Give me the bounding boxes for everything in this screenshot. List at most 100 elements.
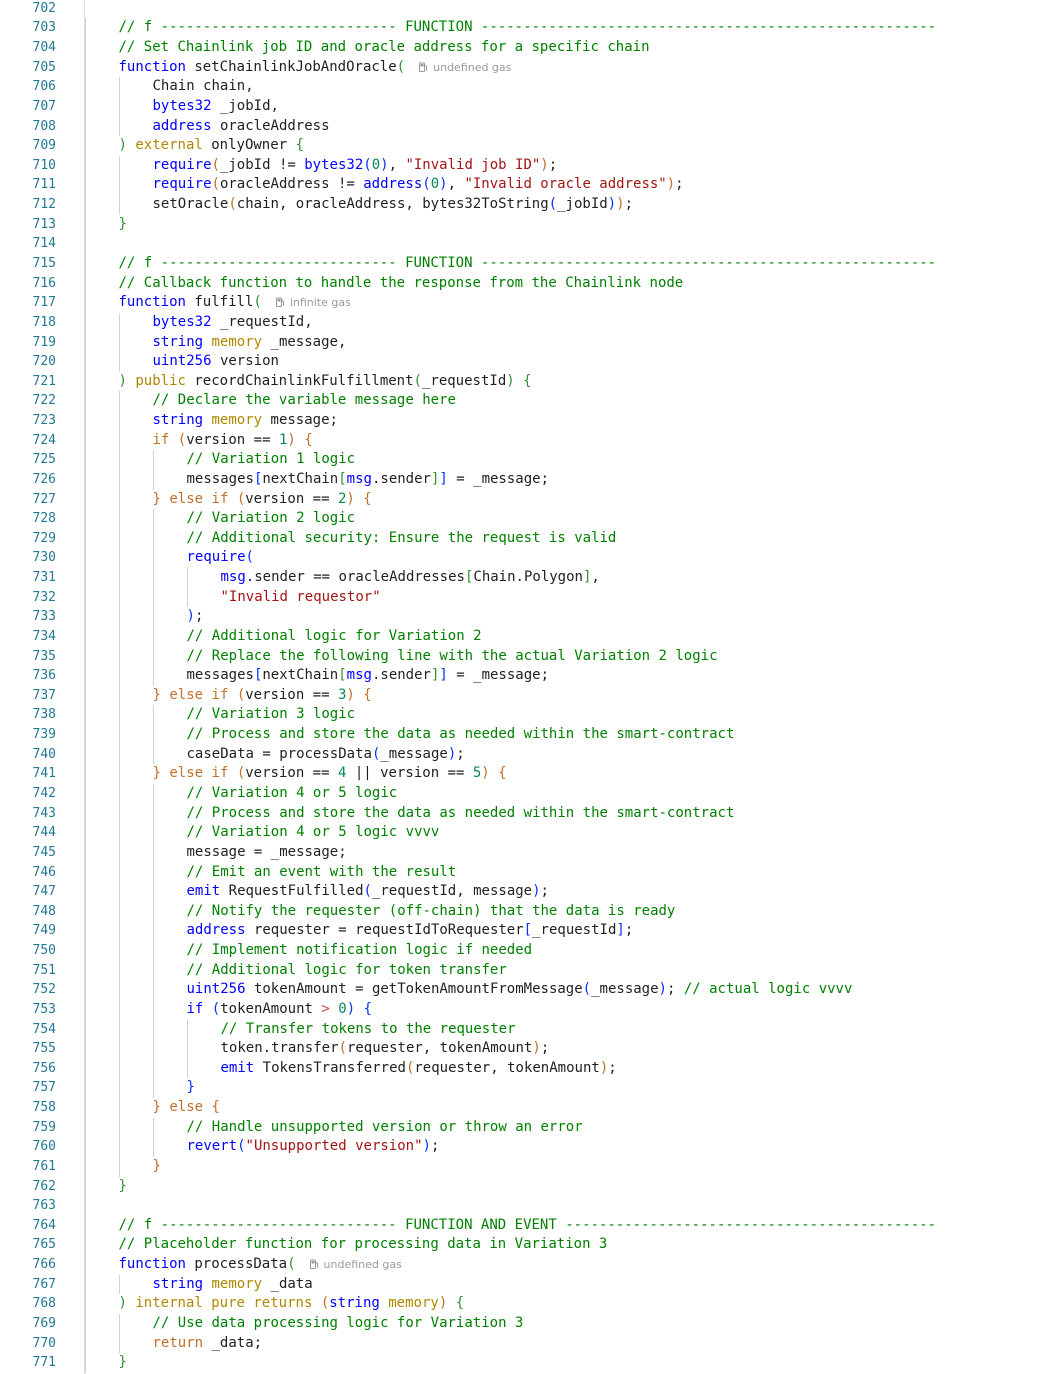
code-line[interactable]: function setChainlinkJobAndOracle(undefi… [84, 57, 1044, 78]
code-line[interactable]: // Process and store the data as needed … [84, 803, 1044, 824]
code-line[interactable]: return _data; [84, 1333, 1044, 1354]
indent-guide [84, 705, 86, 726]
line-number: 705 [32, 59, 56, 75]
code-line[interactable]: // f ---------------------------- FUNCTI… [84, 1215, 1044, 1236]
code-line[interactable]: // Placeholder function for processing d… [84, 1235, 1044, 1256]
code-line[interactable]: // Process and store the data as needed … [84, 725, 1044, 745]
code-line[interactable]: function processData(undefined gas [84, 1255, 1044, 1275]
code-line[interactable]: emit TokensTransferred(requester, tokenA… [84, 1058, 1044, 1079]
code-line[interactable]: // Variation 3 logic [84, 705, 1044, 726]
code-line[interactable]: function fulfill(infinite gas [84, 293, 1044, 313]
code-line[interactable]: } [84, 214, 1044, 235]
code-line[interactable]: if (version == 1) { [84, 430, 1044, 451]
code-line[interactable]: message = _message; [84, 842, 1044, 863]
code-line[interactable]: } [84, 1078, 1044, 1099]
code-line[interactable]: ) public recordChainlinkFulfillment(_req… [84, 371, 1044, 392]
code-line[interactable]: string memory _message, [84, 332, 1044, 353]
code-line[interactable]: // Use data processing logic for Variati… [84, 1314, 1044, 1334]
code-line[interactable]: require(_jobId != bytes32(0), "Invalid j… [84, 155, 1044, 176]
code-editor[interactable]: 702 703 704 705 706 707 708 709 710 711 712 713 714 7… [0, 0, 1044, 1374]
code-token: msg [346, 667, 372, 684]
code-line[interactable]: } [84, 1156, 1044, 1177]
code-line[interactable]: // f ---------------------------- FUNCTI… [84, 253, 1044, 274]
code-line[interactable]: caseData = processData(_message); [84, 744, 1044, 765]
code-line[interactable]: revert("Unsupported version"); [84, 1137, 1044, 1157]
code-line[interactable]: // Variation 2 logic [84, 509, 1044, 529]
code-line[interactable]: } else if (version == 2) { [84, 489, 1044, 510]
code-line[interactable]: address oracleAddress [84, 116, 1044, 137]
code-line[interactable]: bytes32 _requestId, [84, 312, 1044, 333]
code-line[interactable]: // Additional logic for Variation 2 [84, 626, 1044, 647]
code-line[interactable]: // Additional security: Ensure the reque… [84, 528, 1044, 549]
line-number: 750 [32, 943, 56, 959]
code-line[interactable]: require( [84, 548, 1044, 569]
code-line[interactable]: uint256 version [84, 352, 1044, 372]
indent-guide [84, 882, 86, 902]
code-line[interactable]: // Emit an event with the result [84, 862, 1044, 883]
code-line[interactable]: token.transfer(requester, tokenAmount); [84, 1039, 1044, 1059]
code-line[interactable]: } else if (version == 4 || version == 5)… [84, 764, 1044, 784]
indent-guide [118, 725, 120, 745]
code-token: { [304, 431, 313, 448]
line-number: 759 [32, 1119, 56, 1135]
code-line[interactable]: } else if (version == 3) { [84, 685, 1044, 706]
code-line[interactable]: if (tokenAmount > 0) { [84, 999, 1044, 1020]
gas-estimate-hint[interactable]: infinite gas [275, 296, 351, 309]
line-number: 767 [32, 1276, 56, 1292]
code-line[interactable]: ) internal pure returns (string memory) … [84, 1294, 1044, 1314]
code-token: ] [616, 922, 625, 939]
code-line[interactable]: ); [84, 607, 1044, 627]
indent-guide [152, 469, 154, 490]
code-line[interactable]: // Set Chainlink job ID and oracle addre… [84, 38, 1044, 58]
code-line[interactable]: // Replace the following line with the a… [84, 646, 1044, 667]
code-line[interactable]: Chain chain, [84, 77, 1044, 97]
code-line[interactable]: string memory message; [84, 411, 1044, 431]
code-line[interactable]: } [84, 1353, 1044, 1373]
line-number: 716 [32, 275, 56, 291]
code-line[interactable]: msg.sender == oracleAddresses[Chain.Poly… [84, 568, 1044, 588]
line-number: 765 [32, 1237, 56, 1253]
code-token: if [186, 1000, 204, 1017]
code-line[interactable]: // Variation 1 logic [84, 450, 1044, 470]
code-token: version == [245, 765, 338, 782]
code-line[interactable]: string memory _data [84, 1274, 1044, 1295]
code-line[interactable]: // Callback function to handle the respo… [84, 273, 1044, 294]
code-token: // Process and store the data as needed … [186, 726, 735, 743]
code-line[interactable]: } else { [84, 1098, 1044, 1118]
indent-guide [84, 685, 86, 706]
code-line[interactable]: } [84, 1176, 1044, 1197]
code-line[interactable]: // f ---------------------------- FUNCTI… [84, 18, 1044, 39]
line-number: 732 [32, 589, 56, 605]
code-token: ; [608, 1059, 617, 1076]
gas-estimate-hint[interactable]: undefined gas [309, 1258, 402, 1271]
code-line[interactable]: // Declare the variable message here [84, 391, 1044, 412]
code-line[interactable]: require(oracleAddress != address(0), "In… [84, 175, 1044, 196]
code-line[interactable] [84, 1196, 1044, 1216]
code-line[interactable]: messages[nextChain[msg.sender]] = _messa… [84, 666, 1044, 686]
code-line[interactable]: bytes32 _jobId, [84, 96, 1044, 117]
code-line[interactable]: uint256 tokenAmount = getTokenAmountFrom… [84, 980, 1044, 1000]
code-line[interactable]: emit RequestFulfilled(_requestId, messag… [84, 882, 1044, 902]
line-number: 739 [32, 727, 56, 743]
code-line[interactable]: address requester = requestIdToRequester… [84, 921, 1044, 942]
code-token: memory [203, 333, 263, 350]
code-line[interactable]: messages[nextChain[msg.sender]] = _messa… [84, 469, 1044, 490]
code-line[interactable] [84, 234, 1044, 254]
code-line[interactable]: // Variation 4 or 5 logic vvvv [84, 823, 1044, 843]
indent-guide [84, 489, 86, 510]
code-line[interactable]: // Notify the requester (off-chain) that… [84, 901, 1044, 922]
code-line[interactable]: // Implement notification logic if neede… [84, 941, 1044, 961]
code-line[interactable]: ) external onlyOwner { [84, 136, 1044, 156]
code-line[interactable]: // Transfer tokens to the requester [84, 1019, 1044, 1040]
code-text: revert("Unsupported version"); [187, 1137, 440, 1157]
code-line[interactable]: // Additional logic for token transfer [84, 960, 1044, 981]
code-line[interactable]: // Variation 4 or 5 logic [84, 784, 1044, 804]
code-line[interactable]: "Invalid requestor" [84, 587, 1044, 608]
line-number: 714 [32, 236, 56, 252]
code-area[interactable]: // f ---------------------------- FUNCTI… [84, 0, 1044, 1374]
gas-estimate-hint[interactable]: undefined gas [419, 61, 511, 74]
code-line[interactable]: setOracle(chain, oracleAddress, bytes32T… [84, 195, 1044, 215]
code-line[interactable]: // Handle unsupported version or throw a… [84, 1117, 1044, 1138]
code-line[interactable] [85, 0, 1044, 18]
